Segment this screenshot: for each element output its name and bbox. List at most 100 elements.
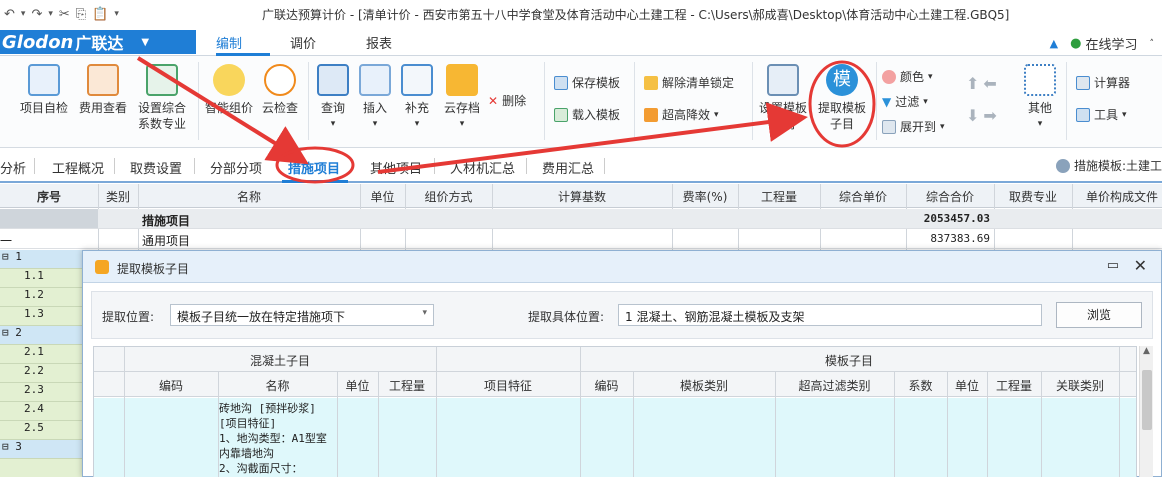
col-unit[interactable]: 单位 (337, 377, 378, 394)
chevron-down-icon[interactable]: ▾ (21, 9, 26, 19)
close-icon[interactable]: ✕ (1134, 256, 1147, 275)
collapse-up-icon[interactable]: ▲ (1050, 37, 1058, 50)
ribbon-separator (198, 62, 199, 140)
arrow-left-icon[interactable]: ⬅ (983, 74, 996, 93)
copy-icon[interactable]: ⎘ (76, 7, 86, 22)
tab-project-overview[interactable]: 工程概况 (52, 158, 104, 177)
table-row[interactable]: 一 通用项目 837383.69 (0, 229, 1162, 249)
extract-template-items-button[interactable]: 模 提取模板 子目 (812, 64, 872, 132)
col-unit[interactable]: 单位 (360, 188, 405, 205)
col-template-quantity[interactable]: 工程量 (987, 377, 1041, 394)
col-total-price[interactable]: 综合合价 (906, 188, 994, 205)
cloud-check-button[interactable]: 云检查 (258, 64, 302, 116)
list-item[interactable]: 1.2 (0, 288, 84, 307)
chevron-down-icon[interactable]: ▾ (48, 9, 53, 19)
cloud-search-icon (264, 64, 296, 96)
tab-labor-material-summary[interactable]: 人材机汇总 (450, 158, 515, 177)
tools-button[interactable]: 工具 ▾ (1076, 106, 1127, 123)
arrow-down-icon[interactable]: ⬇ (966, 106, 979, 125)
arrow-up-icon[interactable]: ⬆ (966, 74, 979, 93)
tab-measures[interactable]: 措施项目 (288, 158, 340, 177)
col-features[interactable]: 项目特征 (436, 377, 580, 394)
col-template-code[interactable]: 编码 (580, 377, 633, 394)
list-item[interactable]: 2.4 (0, 402, 84, 421)
undo-icon[interactable]: ↶ (4, 7, 15, 22)
tab-fee-settings[interactable]: 取费设置 (130, 158, 182, 177)
quick-access-toolbar: ↶ ▾ ↷ ▾ ✂ ⎘ 📋 ▾ (0, 7, 150, 22)
col-fee-specialty[interactable]: 取费专业 (994, 188, 1072, 205)
col-quantity[interactable]: 工程量 (738, 188, 820, 205)
maximize-icon[interactable]: ▭ (1107, 258, 1119, 273)
list-item[interactable]: 2.3 (0, 383, 84, 402)
fee-view-button[interactable]: 费用查看 (76, 64, 130, 116)
tab-edit[interactable]: 编制 (216, 33, 242, 52)
col-name[interactable]: 名称 (138, 188, 360, 205)
browse-button[interactable]: 浏览 (1056, 302, 1142, 328)
cloud-archive-button[interactable]: 云存档 ▾ (440, 64, 484, 132)
smart-pricing-button[interactable]: 智能组价 (202, 64, 256, 116)
specific-position-field[interactable]: 1 混凝土、钢筋混凝土模板及支架 (618, 304, 1042, 326)
list-item[interactable]: 1.3 (0, 307, 84, 326)
supplement-button[interactable]: 补充 ▾ (398, 64, 436, 132)
col-template-unit[interactable]: 单位 (947, 377, 987, 394)
dialog-title-bar[interactable]: 提取模板子目 ▭ ✕ (83, 251, 1161, 283)
calculator-button[interactable]: 计算器 (1076, 74, 1130, 91)
col-name[interactable]: 名称 (218, 377, 337, 394)
app-logo[interactable]: Glodon 广联达 ▼ (0, 30, 196, 54)
save-template-button[interactable]: 保存模板 (554, 74, 620, 91)
list-item[interactable]: 2.1 (0, 345, 84, 364)
tab-analysis[interactable]: 分析 (0, 158, 26, 177)
col-pricing-method[interactable]: 组价方式 (405, 188, 492, 205)
set-coefficient-button[interactable]: 设置综合 系数专业 (134, 64, 190, 132)
col-height-filter-category[interactable]: 超高过滤类别 (775, 377, 894, 394)
col-calc-base[interactable]: 计算基数 (492, 188, 672, 205)
col-template-category[interactable]: 模板类别 (633, 377, 775, 394)
scrollbar-thumb[interactable] (1142, 370, 1152, 430)
other-button[interactable]: 其他 ▾ (1020, 64, 1060, 132)
delete-button[interactable]: ✕ 删除 (488, 92, 526, 109)
online-learning-button[interactable]: ▲ ● 在线学习 ˄ (1050, 34, 1154, 53)
scroll-up-icon[interactable]: ▲ (1143, 346, 1150, 356)
expand-to-button[interactable]: 展开到 ▾ (882, 118, 945, 135)
query-button[interactable]: 查询 ▾ (312, 64, 354, 132)
column-divider (633, 372, 634, 477)
col-price-composition[interactable]: 单价构成文件 (1072, 188, 1162, 205)
list-item[interactable]: 2.2 (0, 364, 84, 383)
list-item[interactable]: ⊟ 1 (0, 250, 84, 269)
tab-adjust-price[interactable]: 调价 (290, 33, 316, 52)
list-item[interactable]: 2.5 (0, 421, 84, 440)
col-quantity[interactable]: 工程量 (378, 377, 436, 394)
measure-template-indicator[interactable]: 措施模板:土建工 (1055, 157, 1162, 174)
height-reduction-button[interactable]: 超高降效 ▾ (644, 106, 719, 123)
list-item[interactable]: 1.1 (0, 269, 84, 288)
tab-cost-summary[interactable]: 费用汇总 (542, 158, 594, 177)
redo-icon[interactable]: ↷ (31, 7, 42, 22)
insert-button[interactable]: 插入 ▾ (356, 64, 394, 132)
col-unit-price[interactable]: 综合单价 (820, 188, 906, 205)
row-selector[interactable] (0, 209, 98, 228)
vertical-scrollbar[interactable]: ▲ (1139, 346, 1153, 477)
col-code[interactable]: 编码 (124, 377, 218, 394)
load-template-button[interactable]: 载入模板 (554, 106, 620, 123)
customize-icon[interactable]: ▾ (114, 9, 119, 19)
col-category[interactable]: 类别 (98, 188, 138, 205)
table-row[interactable]: 措施项目 2053457.03 (0, 209, 1162, 229)
unlock-list-button[interactable]: 解除清单锁定 (644, 74, 734, 91)
tab-sections[interactable]: 分部分项 (210, 158, 262, 177)
col-related-category[interactable]: 关联类别 (1041, 377, 1119, 394)
set-template-category-button[interactable]: 设置模板 类别 (756, 64, 810, 132)
col-coefficient[interactable]: 系数 (894, 377, 947, 394)
project-self-check-button[interactable]: 项目自检 (18, 64, 70, 116)
col-index[interactable]: 序号 (0, 188, 98, 205)
list-item[interactable]: ⊟ 2 (0, 326, 84, 345)
cut-icon[interactable]: ✂ (59, 7, 70, 22)
extract-position-select[interactable]: 模板子目统一放在特定措施项下 ▾ (170, 304, 434, 326)
paste-icon[interactable]: 📋 (92, 7, 108, 22)
list-item[interactable]: ⊟ 3 (0, 440, 84, 459)
color-button[interactable]: 颜色 ▾ (882, 68, 933, 85)
tab-report[interactable]: 报表 (366, 33, 392, 52)
filter-button[interactable]: ▼ 过滤 ▾ (882, 93, 928, 110)
arrow-right-icon[interactable]: ➡ (983, 106, 996, 125)
tab-other-items[interactable]: 其他项目 (370, 158, 422, 177)
col-rate[interactable]: 费率(%) (672, 188, 738, 205)
